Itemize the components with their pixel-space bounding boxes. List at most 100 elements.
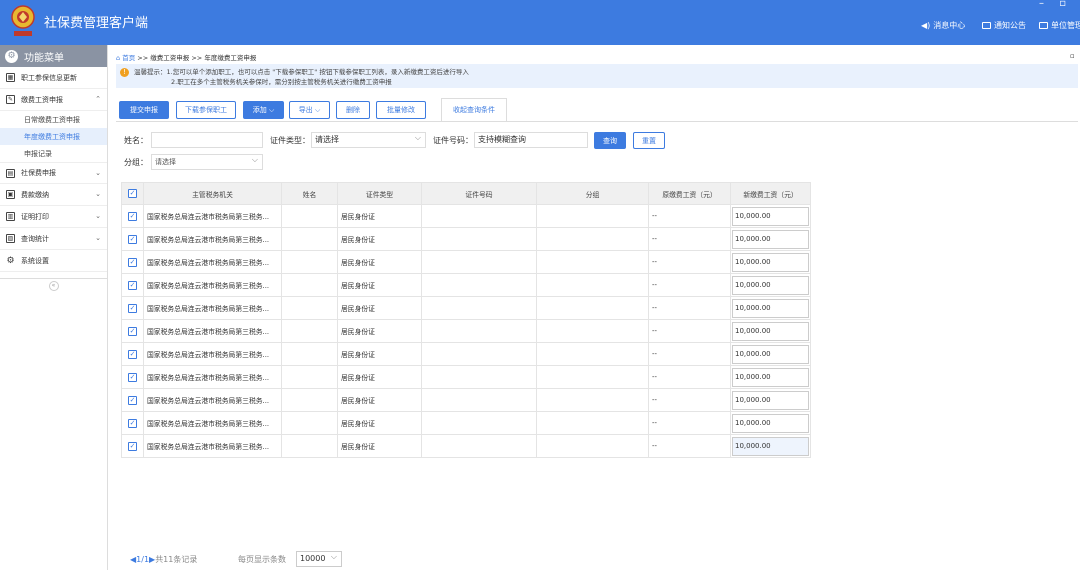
export-dropdown-button[interactable]: 导出 ⌵ — [289, 101, 330, 119]
cell-group — [536, 227, 649, 251]
title-bar: 社保费管理客户端 – ▫ ◀) 消息中心 通知公告 单位管理 — [0, 0, 1080, 45]
table-row[interactable]: ✓ 国家税务总局连云港市税务局第三税务... 居民身份证 -- 10,000.00 — [121, 388, 811, 412]
check-icon: ✓ — [128, 211, 137, 221]
new-wage-input[interactable]: 10,000.00 — [732, 275, 809, 295]
new-wage-input[interactable]: 10,000.00 — [732, 436, 809, 456]
row-checkbox[interactable]: ✓ — [121, 319, 144, 343]
row-checkbox[interactable]: ✓ — [121, 411, 144, 435]
cell-idno — [421, 273, 537, 297]
row-checkbox[interactable]: ✓ — [121, 365, 144, 389]
table-header: ✓ 主管税务机关 姓名 证件类型 证件号码 分组 原缴费工资（元） 新缴费工资（… — [121, 182, 811, 205]
row-checkbox[interactable]: ✓ — [121, 204, 144, 228]
table-row[interactable]: ✓ 国家税务总局连云港市税务局第三税务... 居民身份证 -- 10,000.00 — [121, 227, 811, 251]
table-row[interactable]: ✓ 国家税务总局连云港市税务局第三税务... 居民身份证 -- 10,000.00 — [121, 365, 811, 389]
sidebar-collapse[interactable]: « — [0, 278, 107, 292]
close-tab-icon[interactable]: ▫ — [1070, 52, 1075, 60]
new-wage-input[interactable]: 10,000.00 — [732, 321, 809, 341]
new-wage-input[interactable]: 10,000.00 — [732, 413, 809, 433]
sidebar-item-print[interactable]: ▥ 证明打印 ⌄ — [0, 206, 107, 228]
table-row[interactable]: ✓ 国家税务总局连云港市税务局第三税务... 居民身份证 -- 10,000.00 — [121, 204, 811, 228]
row-checkbox[interactable]: ✓ — [121, 434, 144, 458]
table-row[interactable]: ✓ 国家税务总局连云港市税务局第三税务... 居民身份证 -- 10,000.00 — [121, 296, 811, 320]
cell-new-wage[interactable]: 10,000.00 — [730, 365, 811, 389]
table-row[interactable]: ✓ 国家税务总局连云港市税务局第三税务... 居民身份证 -- 10,000.00 — [121, 250, 811, 274]
search-button[interactable]: 查询 — [594, 132, 626, 149]
group-select[interactable]: 请选择 — [151, 154, 263, 170]
delete-button[interactable]: 删除 — [336, 101, 370, 119]
row-checkbox[interactable]: ✓ — [121, 227, 144, 251]
cell-new-wage[interactable]: 10,000.00 — [730, 227, 811, 251]
sidebar-item-employee-info[interactable]: ▦ 职工参保信息更新 — [0, 67, 107, 89]
idno-input[interactable]: 支持模糊查询 — [474, 132, 588, 148]
sidebar-item-social-fee[interactable]: ▤ 社保费申报 ⌄ — [0, 162, 107, 184]
new-wage-input[interactable]: 10,000.00 — [732, 390, 809, 410]
new-wage-input[interactable]: 10,000.00 — [732, 206, 809, 226]
chevron-down-icon: ⌵ — [268, 105, 275, 114]
new-wage-input[interactable]: 10,000.00 — [732, 252, 809, 272]
breadcrumb-level1[interactable]: 缴费工资申报 — [150, 54, 189, 62]
batch-edit-button[interactable]: 批量修改 — [376, 101, 426, 119]
download-employees-button[interactable]: 下载参保职工 — [176, 101, 236, 119]
row-checkbox[interactable]: ✓ — [121, 250, 144, 274]
page-size-select[interactable]: 10000 — [296, 550, 342, 567]
cell-org: 国家税务总局连云港市税务局第三税务... — [143, 388, 282, 412]
new-wage-input[interactable]: 10,000.00 — [732, 229, 809, 249]
col-group: 分组 — [536, 182, 649, 205]
table-row[interactable]: ✓ 国家税务总局连云港市税务局第三税务... 居民身份证 -- 10,000.00 — [121, 342, 811, 366]
breadcrumb-home[interactable]: 首页 — [122, 54, 135, 62]
row-checkbox[interactable]: ✓ — [121, 273, 144, 297]
table-row[interactable]: ✓ 国家税务总局连云港市税务局第三税务... 居民身份证 -- 10,000.00 — [121, 434, 811, 458]
idtype-select[interactable]: 请选择 — [311, 132, 426, 148]
table-row[interactable]: ✓ 国家税务总局连云港市税务局第三税务... 居民身份证 -- 10,000.00 — [121, 411, 811, 435]
notice-label: 通知公告 — [994, 21, 1026, 30]
reset-button[interactable]: 重置 — [633, 132, 665, 149]
cell-idno — [421, 319, 537, 343]
cell-new-wage[interactable]: 10,000.00 — [730, 204, 811, 228]
table-row[interactable]: ✓ 国家税务总局连云港市税务局第三税务... 居民身份证 -- 10,000.00 — [121, 319, 811, 343]
breadcrumb: ⌂ 首页 >> 缴费工资申报 >> 年度缴费工资申报 — [116, 52, 256, 62]
cell-old-wage: -- — [648, 273, 731, 297]
cell-org: 国家税务总局连云港市税务局第三税务... — [143, 365, 282, 389]
sidebar-item-payment[interactable]: ▣ 费款缴纳 ⌄ — [0, 184, 107, 206]
unit-manage-link[interactable]: 单位管理 — [1039, 20, 1080, 31]
mail-icon — [982, 22, 991, 29]
pager: ◀1/1▶共11条记录 — [130, 554, 197, 565]
sidebar-item-query[interactable]: ▨ 查询统计 ⌄ — [0, 228, 107, 250]
grid-icon: ▦ — [6, 73, 15, 82]
gear-icon: ⚙ — [5, 49, 18, 63]
sidebar-item-settings[interactable]: ⚙ 系统设置 — [0, 250, 107, 272]
new-wage-input[interactable]: 10,000.00 — [732, 367, 809, 387]
submit-declare-button[interactable]: 提交申报 — [119, 101, 169, 119]
home-icon[interactable]: ⌂ — [116, 54, 120, 62]
cell-new-wage[interactable]: 10,000.00 — [730, 411, 811, 435]
select-all-checkbox[interactable]: ✓ — [121, 182, 144, 205]
cell-new-wage[interactable]: 10,000.00 — [730, 273, 811, 297]
window-controls[interactable]: – ▫ — [1039, 0, 1072, 9]
cell-new-wage[interactable]: 10,000.00 — [730, 319, 811, 343]
message-center-link[interactable]: ◀) 消息中心 — [921, 20, 965, 31]
new-wage-input[interactable]: 10,000.00 — [732, 344, 809, 364]
sidebar-subitem-records[interactable]: 申报记录 — [0, 145, 107, 162]
row-checkbox[interactable]: ✓ — [121, 296, 144, 320]
group-label: 分组： — [124, 158, 148, 167]
cell-new-wage[interactable]: 10,000.00 — [730, 250, 811, 274]
sidebar-subitem-annual-wage[interactable]: 年度缴费工资申报 — [0, 128, 107, 145]
row-checkbox[interactable]: ✓ — [121, 388, 144, 412]
name-input[interactable] — [151, 132, 263, 148]
new-wage-input[interactable]: 10,000.00 — [732, 298, 809, 318]
cell-new-wage[interactable]: 10,000.00 — [730, 342, 811, 366]
cell-new-wage[interactable]: 10,000.00 — [730, 434, 811, 458]
cell-new-wage[interactable]: 10,000.00 — [730, 296, 811, 320]
sidebar-item-wage-declare[interactable]: ✎ 缴费工资申报 ⌃ — [0, 89, 107, 111]
table-row[interactable]: ✓ 国家税务总局连云港市税务局第三税务... 居民身份证 -- 10,000.00 — [121, 273, 811, 297]
toggle-query-tab[interactable]: 收起查询条件 — [441, 98, 507, 121]
sidebar-subitem-daily-wage[interactable]: 日常缴费工资申报 — [0, 111, 107, 128]
cell-old-wage: -- — [648, 342, 731, 366]
notice-link[interactable]: 通知公告 — [982, 20, 1026, 31]
cell-new-wage[interactable]: 10,000.00 — [730, 388, 811, 412]
row-checkbox[interactable]: ✓ — [121, 342, 144, 366]
add-dropdown-button[interactable]: 添加 ⌵ — [243, 101, 284, 119]
cell-org: 国家税务总局连云港市税务局第三税务... — [143, 342, 282, 366]
check-icon: ✓ — [128, 326, 137, 336]
cell-idno — [421, 296, 537, 320]
